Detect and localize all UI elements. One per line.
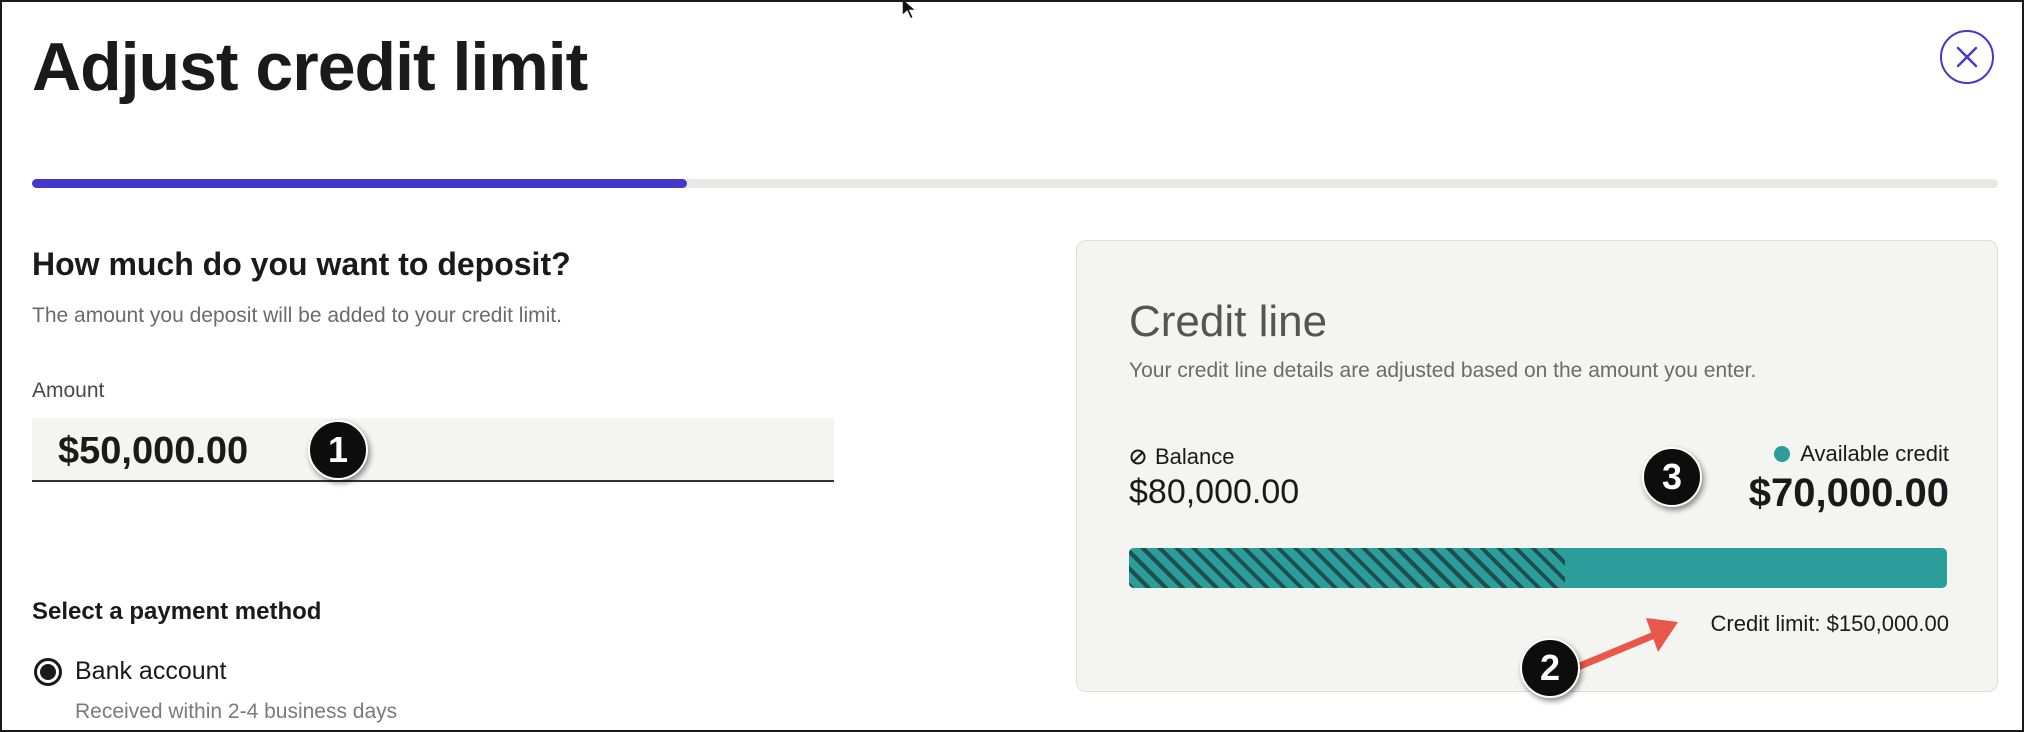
annotation-arrow-icon: [1576, 618, 1678, 670]
annotation-badge-1: 1: [308, 420, 368, 480]
modal-dialog: Adjust credit limit How much do you want…: [0, 0, 2024, 732]
credit-line-title: Credit line: [1129, 297, 1328, 346]
close-icon: [1956, 46, 1978, 68]
payment-method-label: Select a payment method: [32, 598, 322, 625]
deposit-subtitle: The amount you deposit will be added to …: [32, 304, 562, 327]
bank-account-sublabel: Received within 2-4 business days: [75, 700, 398, 723]
step-progress-bar: [32, 179, 1998, 188]
credit-line-subtitle: Your credit line details are adjusted ba…: [1129, 359, 1757, 382]
available-credit-value: $70,000.00: [1748, 471, 1949, 515]
bank-account-label[interactable]: Bank account: [75, 657, 227, 686]
credit-limit-text: Credit limit: $150,000.00: [1710, 611, 1949, 636]
close-button[interactable]: [1940, 30, 1994, 84]
page-title: Adjust credit limit: [32, 29, 588, 105]
step-progress-fill: [32, 179, 687, 188]
available-credit-dot-icon: [1774, 446, 1791, 462]
deposit-question: How much do you want to deposit?: [32, 246, 571, 282]
available-credit-label: Available credit: [1800, 441, 1949, 466]
credit-usage-bar: [1129, 548, 1947, 588]
annotation-badge-3: 3: [1642, 447, 1702, 507]
amount-value: $50,000.00: [58, 430, 249, 472]
available-credit-row: Available credit: [1774, 441, 1949, 467]
balance-label: Balance: [1155, 444, 1235, 469]
mouse-cursor-icon: [901, 2, 919, 21]
annotation-badge-2: 2: [1520, 638, 1580, 698]
amount-input[interactable]: $50,000.00: [32, 418, 834, 482]
credit-usage-used-fill: [1129, 548, 1565, 588]
credit-line-card: Credit line Your credit line details are…: [1076, 240, 1998, 692]
balance-value: $80,000.00: [1129, 473, 1300, 511]
amount-label: Amount: [32, 379, 105, 402]
radio-selected-dot: [40, 664, 56, 680]
bank-account-radio[interactable]: [34, 658, 62, 686]
balance-row: Balance: [1129, 444, 1235, 470]
slashed-circle-icon: [1130, 449, 1146, 465]
